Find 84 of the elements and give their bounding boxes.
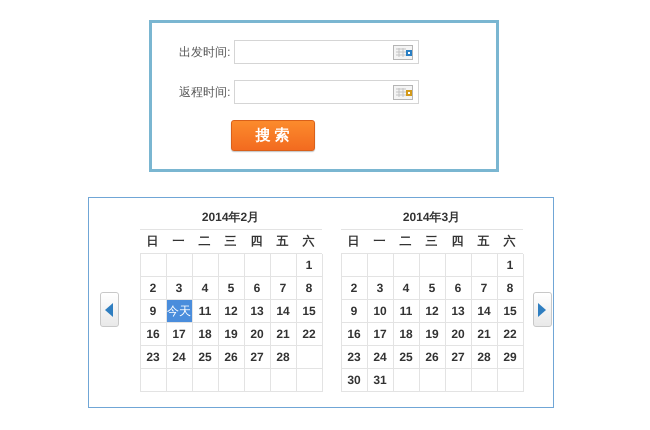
calendar-icon[interactable] <box>392 84 412 100</box>
date-field[interactable] <box>234 80 418 104</box>
day-cell[interactable]: 17 <box>368 323 394 346</box>
calendar-icon[interactable] <box>392 44 412 60</box>
day-cell[interactable]: 18 <box>192 323 218 346</box>
day-cell[interactable]: 22 <box>498 323 524 346</box>
day-cell[interactable]: 13 <box>446 300 472 323</box>
day-cell[interactable]: 19 <box>218 323 244 346</box>
weekday-label: 二 <box>398 233 412 250</box>
day-cell[interactable]: 4 <box>394 277 420 300</box>
weekday-label: 日 <box>346 233 360 250</box>
day-cell[interactable]: 1 <box>296 254 322 277</box>
day-cell[interactable]: 20 <box>244 323 270 346</box>
day-cell[interactable]: 5 <box>218 277 244 300</box>
day-cell[interactable]: 7 <box>270 277 296 300</box>
day-cell[interactable]: 12 <box>420 300 446 323</box>
day-cell[interactable]: 2 <box>140 277 166 300</box>
day-cell[interactable]: 29 <box>498 346 524 369</box>
day-cell[interactable]: 16 <box>140 323 166 346</box>
day-cell[interactable]: 8 <box>296 277 322 300</box>
day-cell[interactable]: 4 <box>192 277 218 300</box>
day-cell[interactable]: 19 <box>420 323 446 346</box>
day-cell[interactable]: 6 <box>244 277 270 300</box>
day-cell[interactable]: 14 <box>472 300 498 323</box>
weekday-label: 二 <box>198 233 212 250</box>
day-cell[interactable]: 14 <box>270 300 296 323</box>
day-cell[interactable]: 9 <box>342 300 368 323</box>
day-cell[interactable]: 22 <box>296 323 322 346</box>
field-label: 返程时间: <box>178 84 230 100</box>
day-cell[interactable]: 25 <box>394 346 420 369</box>
day-cell[interactable]: 21 <box>472 323 498 346</box>
day-cell[interactable]: 15 <box>498 300 524 323</box>
weekday-label: 日 <box>146 233 160 250</box>
day-cell[interactable]: 18 <box>394 323 420 346</box>
day-cell[interactable]: 28 <box>472 346 498 369</box>
day-cell[interactable]: 26 <box>420 346 446 369</box>
weekday-label: 四 <box>250 233 264 250</box>
day-cell[interactable]: 16 <box>342 323 368 346</box>
day-cell[interactable]: 20 <box>446 323 472 346</box>
day-cell[interactable]: 31 <box>368 369 394 392</box>
field-label: 出发时间: <box>178 44 230 60</box>
day-cell[interactable]: 30 <box>342 369 368 392</box>
day-cell[interactable]: 5 <box>420 277 446 300</box>
day-cell[interactable]: 11 <box>192 300 218 323</box>
day-cell[interactable]: 12 <box>218 300 244 323</box>
weekday-label: 四 <box>450 233 464 250</box>
month-title: 2014年3月 <box>340 205 522 230</box>
day-cell[interactable]: 9 <box>140 300 166 323</box>
weekday-label: 五 <box>276 233 290 250</box>
left-triangle-icon <box>105 302 113 316</box>
month-title: 2014年2月 <box>140 205 322 230</box>
day-cell[interactable]: 27 <box>244 346 270 369</box>
day-cell[interactable]: 25 <box>192 346 218 369</box>
day-cell[interactable]: 3 <box>368 277 394 300</box>
weekday-label: 六 <box>502 233 516 250</box>
day-cell[interactable]: 13 <box>244 300 270 323</box>
day-cell[interactable]: 24 <box>166 346 192 369</box>
day-cell[interactable]: 10 <box>368 300 394 323</box>
weekday-label: 六 <box>301 233 316 250</box>
right-triangle-icon <box>538 302 546 316</box>
day-cell[interactable]: 23 <box>140 346 166 369</box>
day-cell[interactable]: 11 <box>394 300 420 323</box>
weekday-label: 三 <box>224 233 238 250</box>
day-cell[interactable]: 6 <box>446 277 472 300</box>
previous-month-button[interactable] <box>100 292 118 327</box>
day-cell[interactable]: 1 <box>498 254 524 277</box>
weekday-label: 一 <box>372 233 386 250</box>
day-cell[interactable]: 28 <box>270 346 296 369</box>
date-field[interactable] <box>234 40 418 64</box>
day-cell[interactable]: 24 <box>368 346 394 369</box>
next-month-button[interactable] <box>532 292 552 327</box>
day-cell[interactable]: 2 <box>342 277 368 300</box>
weekday-label: 一 <box>172 233 186 250</box>
day-cell[interactable]: 3 <box>166 277 192 300</box>
day-cell[interactable]: 27 <box>446 346 472 369</box>
day-cell[interactable]: 17 <box>166 323 192 346</box>
day-cell[interactable]: 26 <box>218 346 244 369</box>
weekday-label: 五 <box>476 233 490 250</box>
weekday-label: 三 <box>424 233 438 250</box>
day-cell[interactable]: 21 <box>270 323 296 346</box>
day-cell[interactable]: 8 <box>498 277 524 300</box>
day-cell[interactable]: 15 <box>296 300 322 323</box>
day-cell[interactable]: 7 <box>472 277 498 300</box>
day-cell[interactable]: 23 <box>342 346 368 369</box>
